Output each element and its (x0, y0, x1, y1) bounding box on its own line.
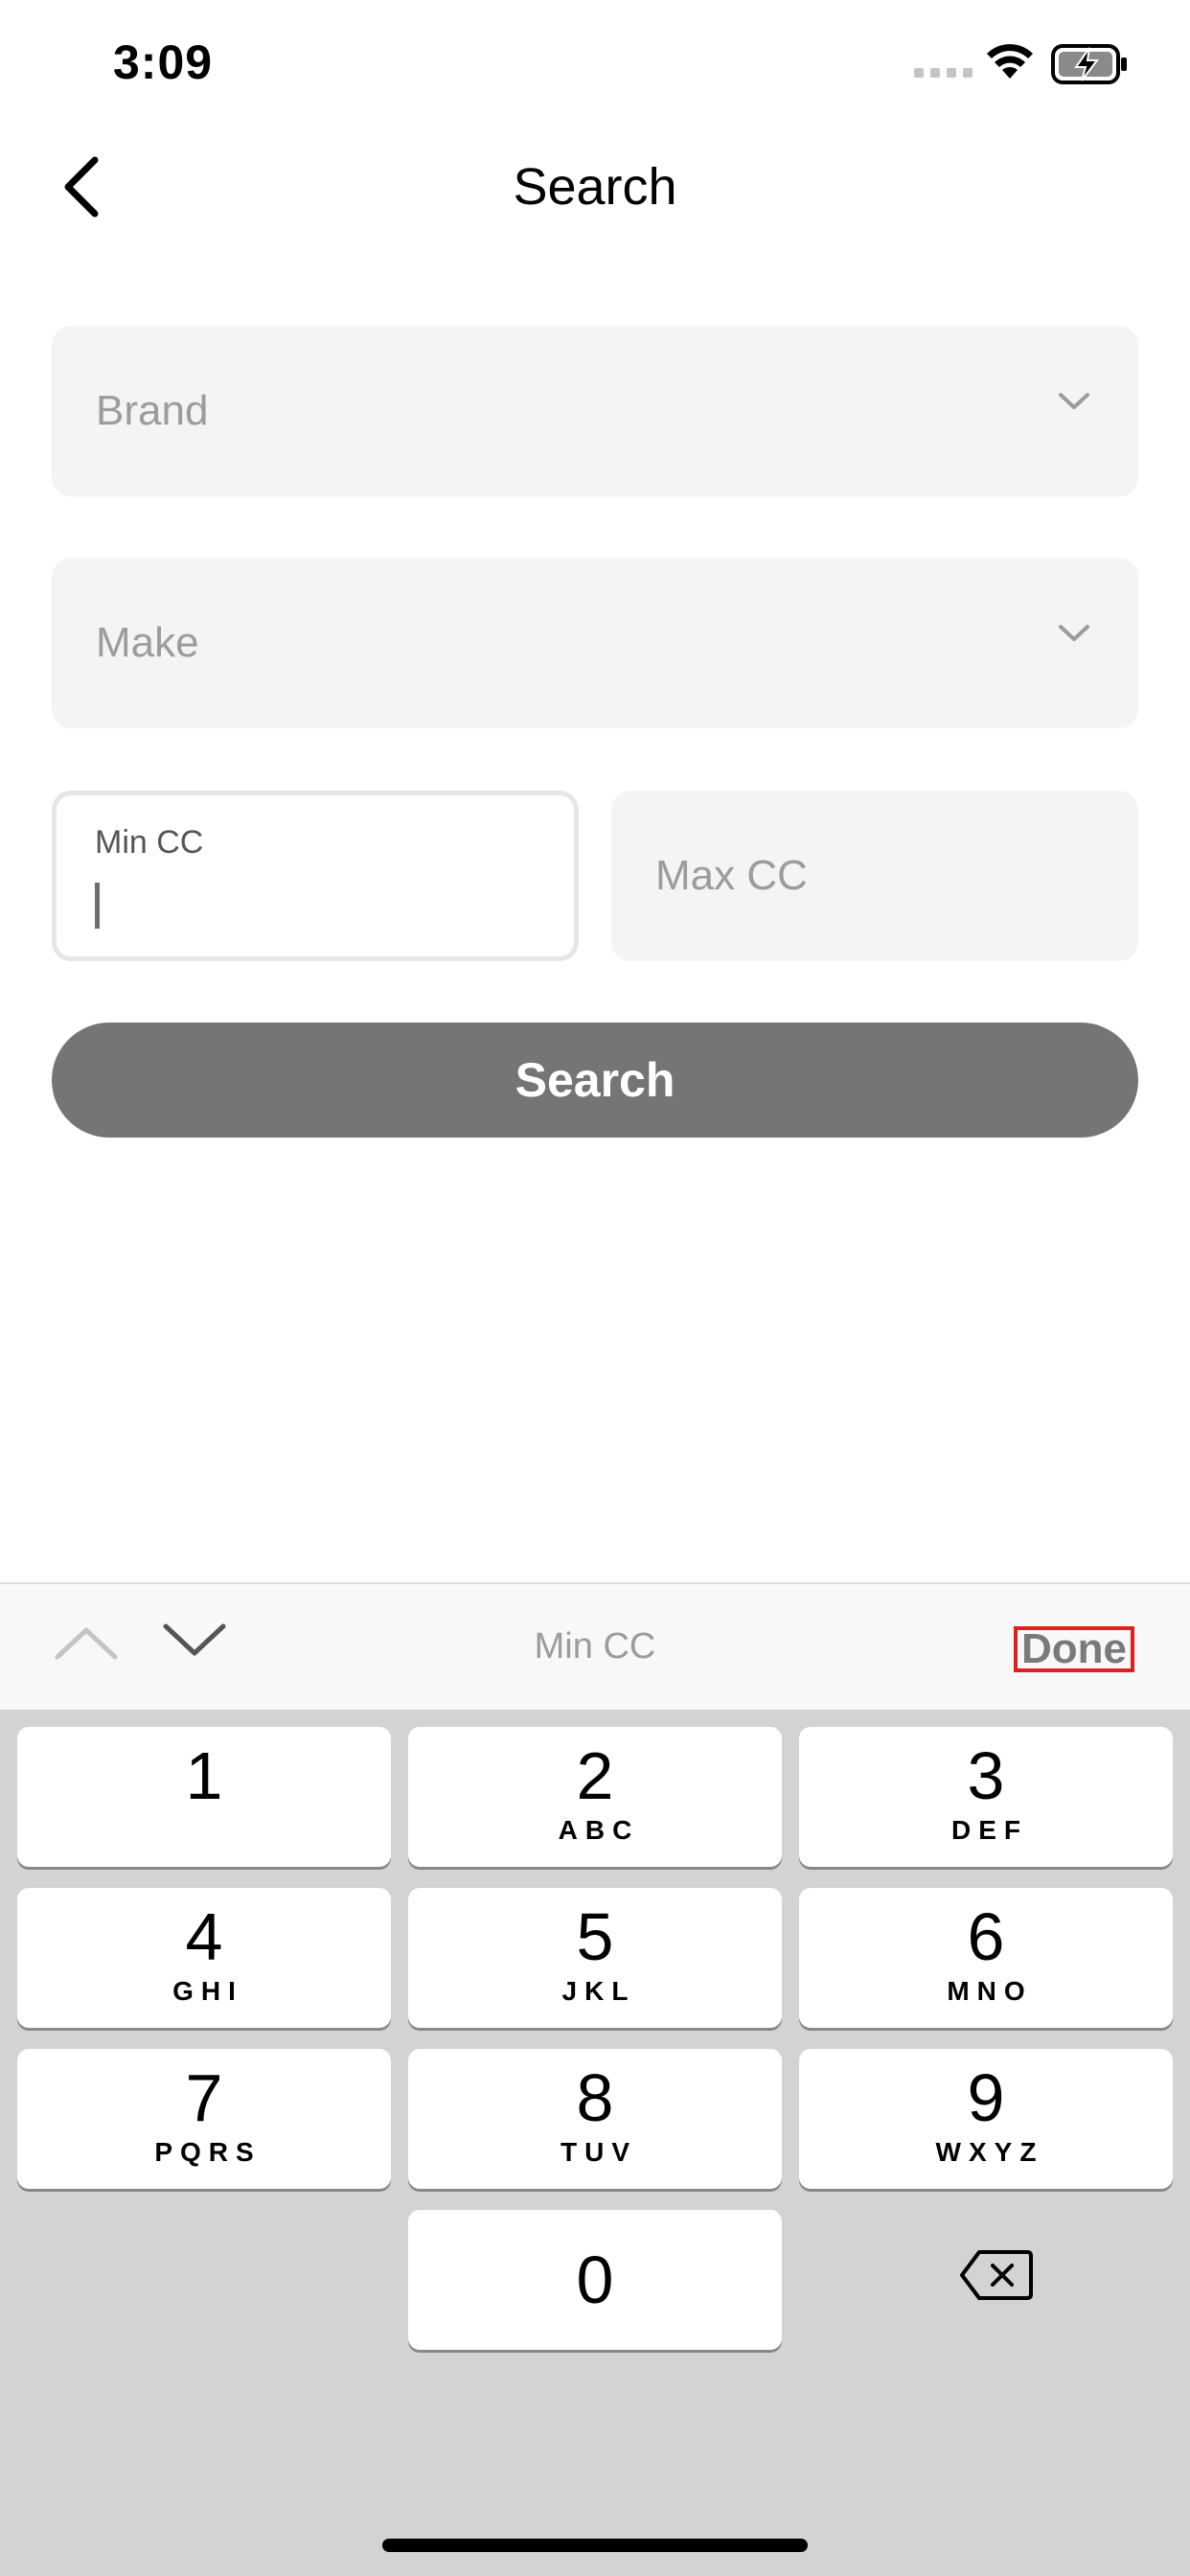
min-cc-label: Min CC (95, 824, 204, 861)
key-6[interactable]: 6 MNO (799, 1888, 1173, 2028)
search-button[interactable]: Search (52, 1023, 1138, 1138)
brand-placeholder: Brand (96, 387, 209, 434)
make-select[interactable]: Make (52, 558, 1138, 728)
key-8[interactable]: 8 TUV (408, 2049, 782, 2189)
status-bar: 3:09 (0, 0, 1190, 125)
key-0[interactable]: 0 (408, 2210, 782, 2350)
status-time: 3:09 (113, 35, 214, 89)
brand-select[interactable]: Brand (52, 326, 1138, 496)
keyboard-accessory-bar: Min CC Done (0, 1582, 1190, 1710)
key-4[interactable]: 4 GHI (17, 1888, 391, 2028)
done-button[interactable]: Done (1014, 1626, 1134, 1672)
accessory-field-label: Min CC (534, 1626, 656, 1667)
home-indicator (382, 2539, 808, 2552)
wifi-icon (987, 44, 1033, 79)
key-7[interactable]: 7 PQRS (17, 2049, 391, 2189)
key-5[interactable]: 5 JKL (408, 1888, 782, 2028)
navigation-bar: Search (0, 134, 1190, 240)
make-placeholder: Make (96, 619, 199, 666)
key-2[interactable]: 2 ABC (408, 1727, 782, 1867)
chevron-down-icon (1059, 393, 1089, 409)
key-9[interactable]: 9 WXYZ (799, 2049, 1173, 2189)
key-3[interactable]: 3 DEF (799, 1727, 1173, 1867)
min-cc-field[interactable]: Min CC (52, 791, 579, 961)
battery-charging-icon (1051, 44, 1127, 84)
max-cc-field[interactable]: Max CC (611, 791, 1138, 961)
chevron-down-icon (1059, 625, 1089, 641)
key-1[interactable]: 1 (17, 1727, 391, 1867)
numeric-keypad: 1 2 ABC 3 DEF 4 GHI 5 JKL 6 MNO 7 PQRS 8… (0, 1710, 1190, 2576)
cellular-signal-icon (914, 68, 973, 78)
text-cursor (95, 883, 100, 929)
max-cc-placeholder: Max CC (655, 852, 808, 899)
delete-key-icon[interactable] (958, 2246, 1035, 2304)
page-title: Search (513, 158, 677, 216)
